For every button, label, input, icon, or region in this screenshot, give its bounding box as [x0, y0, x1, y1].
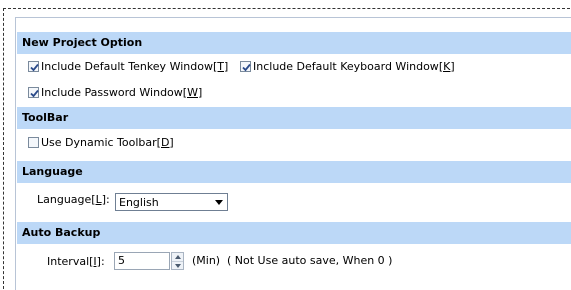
tenkey-shortcut: [T] [212, 59, 229, 73]
dynamic-toolbar-checkbox[interactable] [28, 136, 39, 148]
password-checkbox-row[interactable]: Include Password Window [W] [28, 84, 202, 100]
language-shortcut: [L] [91, 192, 107, 206]
tenkey-checkbox-row[interactable]: Include Default Tenkey Window [T] [28, 58, 228, 74]
spin-down-icon[interactable] [172, 261, 183, 270]
language-colon: : [106, 192, 110, 206]
interval-colon: : [100, 254, 105, 268]
interval-spinner[interactable] [171, 252, 184, 270]
options-panel: New Project Option Include Default Tenke… [15, 17, 571, 290]
interval-label-row: Interval [I] : [47, 251, 105, 271]
interval-input[interactable]: 5 [114, 252, 170, 270]
tenkey-label: Include Default Tenkey Window [41, 59, 213, 73]
keyboard-shortcut: [K] [438, 59, 455, 73]
section-header-auto-backup: Auto Backup [17, 222, 571, 244]
checkmark-icon [30, 89, 39, 97]
spin-up-icon[interactable] [172, 253, 183, 261]
checkmark-icon [242, 63, 251, 71]
keyboard-label: Include Default Keyboard Window [253, 59, 439, 73]
language-label-row: Language [L] : [37, 189, 110, 209]
tenkey-checkbox[interactable] [28, 60, 39, 72]
password-checkbox[interactable] [28, 86, 39, 98]
section-header-toolbar: ToolBar [17, 107, 571, 129]
dynamic-toolbar-shortcut: [D] [156, 135, 174, 149]
section-header-language: Language [17, 161, 571, 183]
language-selected-value: English [119, 195, 159, 209]
interval-unit: (Min) [192, 254, 221, 267]
password-label: Include Password Window [41, 85, 183, 99]
checkmark-icon [30, 63, 39, 71]
interval-label: Interval [47, 254, 90, 268]
keyboard-checkbox-row[interactable]: Include Default Keyboard Window [K] [240, 58, 455, 74]
interval-note: ( Not Use auto save, When 0 ) [227, 254, 393, 267]
keyboard-checkbox[interactable] [240, 60, 251, 72]
interval-shortcut: [I] [89, 254, 101, 268]
language-label: Language [37, 192, 92, 206]
chevron-down-icon[interactable] [211, 194, 227, 210]
dynamic-toolbar-checkbox-row[interactable]: Use Dynamic Toolbar [D] [28, 134, 174, 150]
password-shortcut: [W] [182, 85, 203, 99]
language-select[interactable]: English [115, 193, 228, 211]
dynamic-toolbar-label: Use Dynamic Toolbar [41, 135, 157, 149]
section-header-new-project: New Project Option [17, 32, 571, 54]
